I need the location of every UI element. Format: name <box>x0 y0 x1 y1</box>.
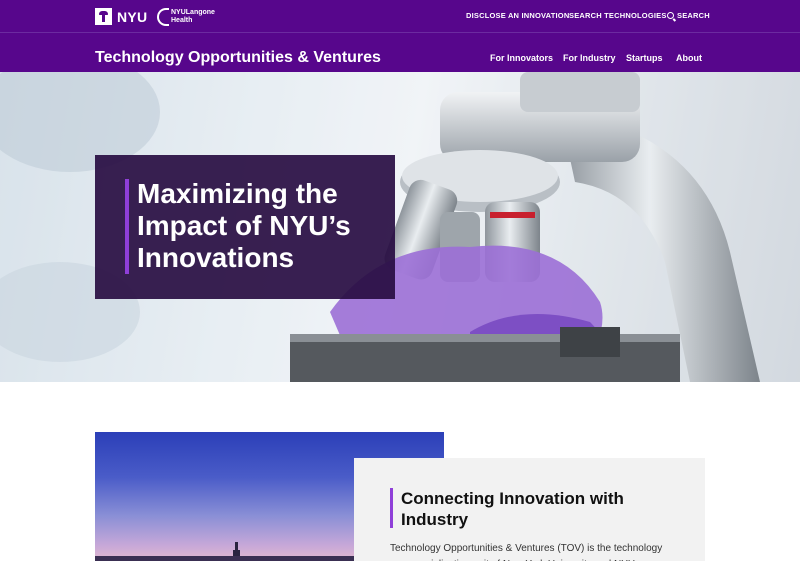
feature-title: Connecting Innovation with Industry <box>401 489 624 529</box>
search-technologies-link[interactable]: SEARCH TECHNOLOGIES <box>569 11 667 20</box>
hero-banner: Maximizing the Impact of NYU’s Innovatio… <box>0 72 800 382</box>
nav-for-innovators[interactable]: For Innovators <box>490 53 553 63</box>
torch-icon <box>95 8 112 25</box>
langone-logo-line2: Health <box>171 17 193 24</box>
utility-bar: NYU NYULangone Health DISCLOSE AN INNOVA… <box>0 0 800 33</box>
feature-body: Technology Opportunities & Ventures (TOV… <box>390 543 663 561</box>
nav-startups[interactable]: Startups <box>626 53 663 63</box>
search-icon <box>667 12 674 19</box>
nyu-logo[interactable]: NYU <box>95 8 147 25</box>
langone-logo-line1: NYULangone <box>171 9 215 16</box>
nav-for-industry[interactable]: For Industry <box>563 53 616 63</box>
nav-about[interactable]: About <box>676 53 702 63</box>
hero-title: Maximizing the Impact of NYU’s Innovatio… <box>137 178 351 273</box>
hero-accent-rule <box>125 179 129 274</box>
disclose-innovation-link[interactable]: DISCLOSE AN INNOVATION <box>466 11 569 20</box>
nyu-langone-logo[interactable]: NYULangone Health <box>157 7 215 27</box>
search-link-label: SEARCH <box>677 11 710 20</box>
main-navbar: Technology Opportunities & Ventures For … <box>0 33 800 72</box>
site-title[interactable]: Technology Opportunities & Ventures <box>95 49 381 67</box>
feature-accent-rule <box>390 488 393 528</box>
nyu-logo-text: NYU <box>117 8 148 25</box>
langone-swoosh-icon <box>157 8 169 26</box>
search-link[interactable]: SEARCH <box>667 11 710 20</box>
